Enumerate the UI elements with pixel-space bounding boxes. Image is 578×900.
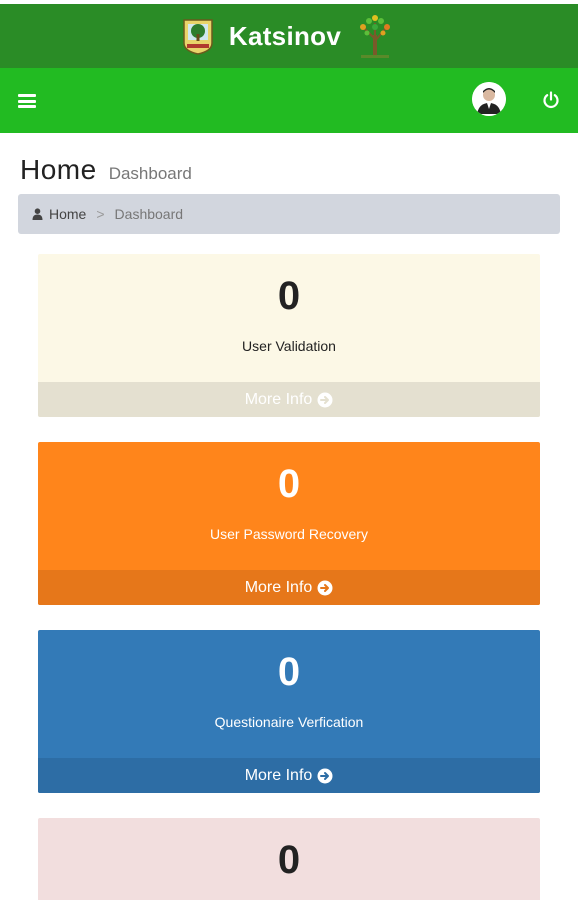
stat-box-partial[interactable]: 0	[38, 818, 540, 900]
stat-count: 0	[277, 650, 301, 694]
more-info-label: More Info	[244, 578, 313, 596]
page-header: Home Dashboard	[20, 154, 192, 186]
app-header: Katsinov	[0, 0, 578, 68]
stat-count: 0	[277, 462, 301, 506]
breadcrumb-separator: >	[96, 206, 105, 222]
more-info-link[interactable]: More Info	[38, 758, 540, 793]
user-icon	[32, 208, 43, 220]
stat-box-questionaire-verification[interactable]: 0 Questionaire Verfication More Info	[38, 630, 540, 793]
more-info-label: More Info	[244, 390, 313, 408]
brand-name: Katsinov	[228, 20, 342, 51]
breadcrumb: Home > Dashboard	[18, 194, 560, 234]
arrow-circle-right-icon	[317, 768, 333, 783]
stat-count: 0	[277, 838, 301, 882]
breadcrumb-current: Dashboard	[114, 206, 184, 222]
more-info-link[interactable]: More Info	[38, 382, 540, 417]
page-title: Home	[20, 154, 97, 185]
arrow-circle-right-icon	[317, 580, 333, 595]
breadcrumb-home-link[interactable]: Home	[49, 206, 86, 222]
top-navbar	[0, 68, 578, 133]
stat-label: Questionaire Verfication	[214, 714, 364, 730]
power-icon[interactable]	[542, 91, 560, 109]
tree-logo-icon	[360, 15, 391, 58]
stat-box-user-password-recovery[interactable]: 0 User Password Recovery More Info	[38, 442, 540, 605]
stat-box-user-validation[interactable]: 0 User Validation More Info	[38, 254, 540, 417]
more-info-label: More Info	[244, 766, 313, 784]
more-info-link[interactable]: More Info	[38, 570, 540, 605]
page-subtitle: Dashboard	[108, 164, 192, 183]
crest-logo-icon	[183, 19, 213, 55]
stat-label: User Validation	[242, 338, 336, 354]
hamburger-menu-icon[interactable]	[18, 94, 36, 108]
stat-label: User Password Recovery	[210, 526, 368, 542]
arrow-circle-right-icon	[317, 392, 333, 407]
stat-count: 0	[277, 274, 301, 318]
user-avatar[interactable]	[472, 82, 506, 116]
